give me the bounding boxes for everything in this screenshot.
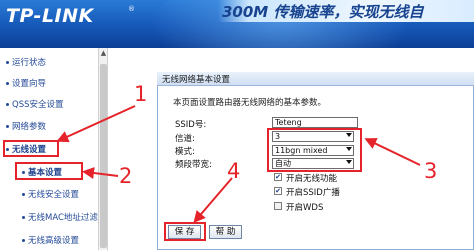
annotation-box-basic [15, 162, 83, 180]
ssid-broadcast-checkbox[interactable]: ✔ [274, 187, 282, 195]
annotation-number-3: 3 [424, 159, 438, 183]
registered-mark: ® [128, 5, 135, 13]
wireless-enable-checkbox[interactable]: ✔ [274, 173, 282, 181]
sidebar-item-label: 设置向导 [12, 79, 47, 89]
sidebar-item-label: QSS安全设置 [12, 100, 64, 110]
wds-label: 开启WDS [286, 203, 324, 213]
sidebar-item-label: 无线MAC地址过滤 [28, 213, 98, 223]
ssid-broadcast-label: 开启SSID广播 [286, 188, 340, 198]
bullet-icon [22, 216, 25, 219]
wireless-enable-label: 开启无线功能 [286, 174, 338, 184]
bullet-icon [6, 61, 9, 64]
bullet-icon [6, 125, 9, 128]
panel-title: 无线网络基本设置 [162, 75, 231, 85]
bullet-icon [6, 82, 9, 85]
sidebar-item-label: 运行状态 [12, 58, 47, 68]
sidebar-scroll-thumb[interactable] [100, 64, 107, 248]
sidebar-item-mac-filter[interactable]: 无线MAC地址过滤 [22, 211, 98, 223]
sidebar-item-label: 无线安全设置 [28, 190, 80, 200]
annotation-number-4: 4 [227, 159, 241, 183]
bullet-icon [22, 193, 25, 196]
channel-label: 信道: [175, 134, 195, 144]
sidebar-item-qss[interactable]: QSS安全设置 [6, 98, 63, 110]
tp-link-logo: TP-LINK [6, 5, 94, 27]
bandwidth-label: 频段带宽: [175, 160, 212, 170]
sidebar-item-wireless-security[interactable]: 无线安全设置 [22, 188, 79, 200]
sidebar-item-label: 无线高级设置 [28, 236, 80, 246]
annotation-box-wireless [3, 140, 59, 157]
bullet-icon [6, 103, 9, 106]
help-button[interactable]: 帮 助 [209, 225, 242, 239]
sidebar-item-wireless-advanced[interactable]: 无线高级设置 [22, 234, 79, 246]
sidebar-item-setup-wizard[interactable]: 设置向导 [6, 77, 46, 89]
sidebar-item-label: 网络参数 [12, 122, 47, 132]
sidebar-item-network[interactable]: 网络参数 [6, 120, 46, 132]
wds-checkbox[interactable] [274, 202, 282, 210]
bullet-icon [22, 239, 25, 242]
annotation-box-fields [267, 128, 362, 172]
panel-title-bar: 无线网络基本设置 [157, 72, 474, 86]
sidebar-item-status[interactable]: 运行状态 [6, 56, 46, 68]
ssid-label: SSID号: [175, 120, 207, 130]
panel-description: 本页面设置路由器无线网络的基本参数。 [173, 98, 327, 108]
scroll-up-icon[interactable]: ▲ [99, 49, 108, 58]
mode-label: 模式: [175, 147, 195, 157]
annotation-number-1: 1 [134, 82, 148, 106]
ssid-input[interactable]: Teteng [272, 117, 358, 128]
annotation-box-save [164, 222, 206, 241]
annotation-number-2: 2 [119, 164, 133, 188]
banner-tagline: 300M 传输速率，实现无线自 [222, 3, 424, 21]
